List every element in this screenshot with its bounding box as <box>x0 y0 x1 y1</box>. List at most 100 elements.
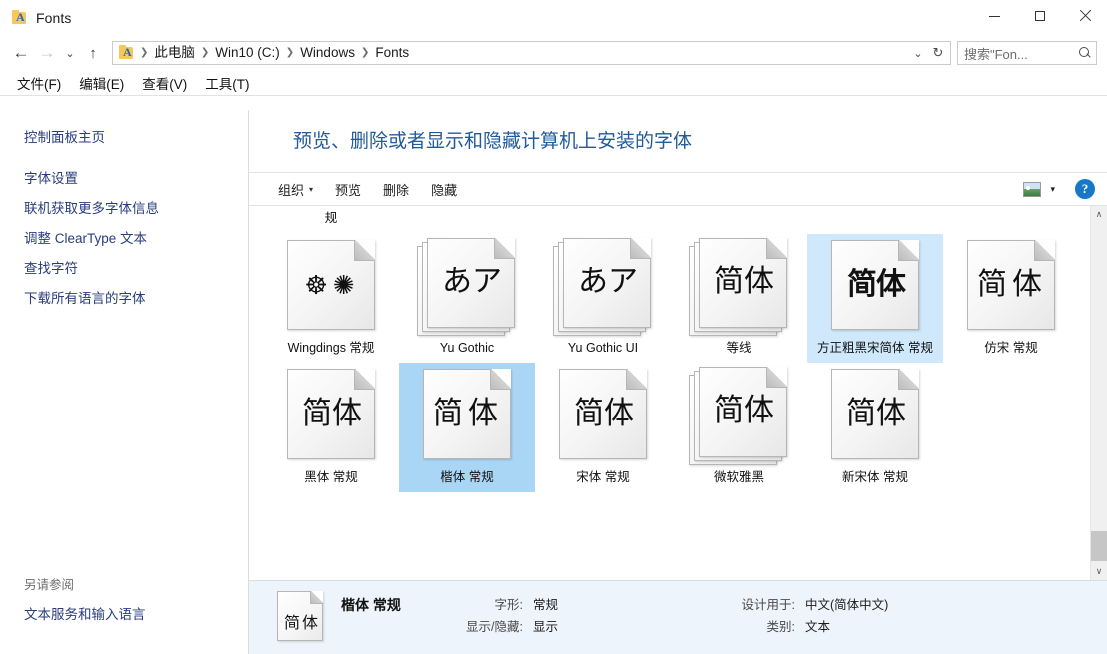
window-controls <box>972 0 1107 36</box>
font-tile-yu-gothic[interactable]: あア Yu Gothic <box>399 234 535 363</box>
breadcrumb-separator: ❯ <box>284 42 296 64</box>
font-label: Wingdings 常规 <box>268 340 394 357</box>
font-label: UniversalMath1 BT 常规 <box>268 206 394 228</box>
close-button[interactable] <box>1062 0 1107 32</box>
font-grid-row-clipped: UniversalMath1 BT 常规 Verdana Vineta BT 常… <box>263 206 1090 234</box>
font-preview-tile: 简体 <box>825 367 925 463</box>
breadcrumb-item-windows[interactable]: Windows <box>296 42 359 64</box>
sidebar-item-find-character[interactable]: 查找字符 <box>0 259 248 278</box>
breadcrumb-dropdown-icon[interactable]: ⌄ <box>908 42 928 64</box>
forward-icon: → <box>39 43 56 63</box>
font-preview-tile: 简体 <box>689 367 789 463</box>
content-area: 控制面板主页 字体设置 联机获取更多字体信息 调整 ClearType 文本 查… <box>0 110 1107 654</box>
details-field-typeface: 字形: 常规 <box>449 597 659 613</box>
list-item[interactable]: UniversalMath1 BT 常规 <box>263 206 399 234</box>
sidebar: 控制面板主页 字体设置 联机获取更多字体信息 调整 ClearType 文本 查… <box>0 110 248 654</box>
back-icon: ← <box>13 43 30 63</box>
menu-bar: 文件(F) 编辑(E) 查看(V) 工具(T) <box>0 70 1107 96</box>
font-tile-fangsong[interactable]: 简体 仿宋 常规 <box>943 234 1079 363</box>
font-grid-row: ☸✺ Wingdings 常规 あア Yu Gothic <box>263 234 1090 363</box>
scroll-up-button[interactable]: ∧ <box>1091 206 1107 223</box>
list-item[interactable]: Verdana <box>399 206 535 234</box>
sidebar-item-font-settings[interactable]: 字体设置 <box>0 169 248 188</box>
search-icon[interactable] <box>1079 47 1092 60</box>
menu-edit[interactable]: 编辑(E) <box>70 71 133 95</box>
hide-button[interactable]: 隐藏 <box>420 176 468 203</box>
font-label: 方正粗黑宋简体 常规 <box>812 340 938 357</box>
minimize-icon <box>989 16 1000 17</box>
font-grid[interactable]: UniversalMath1 BT 常规 Verdana Vineta BT 常… <box>249 206 1090 580</box>
breadcrumb[interactable]: A ❯ 此电脑 ❯ Win10 (C:) ❯ Windows ❯ Fonts ⌄… <box>112 41 951 65</box>
chevron-down-icon: ▾ <box>309 185 313 194</box>
sidebar-item-control-panel-home[interactable]: 控制面板主页 <box>0 128 248 147</box>
delete-button[interactable]: 删除 <box>372 176 420 203</box>
breadcrumb-item-win10c[interactable]: Win10 (C:) <box>211 42 284 64</box>
details-field-category: 类别: 文本 <box>721 619 888 635</box>
details-thumbnail-text: 简体 <box>284 609 320 633</box>
details-field-value: 常规 <box>533 597 558 613</box>
details-field-show-hide: 显示/隐藏: 显示 <box>449 619 659 635</box>
font-tile-fangzheng-cuheisong[interactable]: 简体 方正粗黑宋简体 常规 <box>807 234 943 363</box>
toolbar: 组织 ▾ 预览 删除 隐藏 ▾ ? <box>249 172 1107 206</box>
font-tile-heiti[interactable]: 简体 黑体 常规 <box>263 363 399 492</box>
font-tile-xinsongti[interactable]: 简体 新宋体 常规 <box>807 363 943 492</box>
title-bar: A Fonts <box>0 0 1107 36</box>
font-tile-wingdings[interactable]: ☸✺ Wingdings 常规 <box>263 234 399 363</box>
maximize-button[interactable] <box>1017 0 1062 32</box>
back-button[interactable]: ← <box>8 40 34 66</box>
details-font-thumbnail: 简体 <box>271 591 327 643</box>
font-preview-tile: 简体 <box>961 238 1061 334</box>
font-label: Yu Gothic UI <box>540 340 666 357</box>
menu-tools[interactable]: 工具(T) <box>196 71 258 95</box>
details-field-value: 文本 <box>805 619 830 635</box>
preview-button[interactable]: 预览 <box>324 176 372 203</box>
maximize-icon <box>1035 11 1045 21</box>
page-title: 预览、删除或者显示和隐藏计算机上安装的字体 <box>249 110 1107 156</box>
font-tile-songti[interactable]: 简体 宋体 常规 <box>535 363 671 492</box>
breadcrumb-item-this-pc[interactable]: 此电脑 <box>150 42 199 64</box>
arrow-up-icon: ↑ <box>89 45 97 62</box>
font-label: Vineta BT 常规 <box>540 206 666 209</box>
sidebar-item-adjust-cleartype-text[interactable]: 调整 ClearType 文本 <box>0 229 248 248</box>
list-item[interactable]: Vineta BT 常规 <box>535 206 671 234</box>
vertical-scrollbar[interactable]: ∧ ∨ <box>1090 206 1107 580</box>
list-item[interactable]: Webdings 常规 <box>671 206 807 234</box>
font-grid-row: 简体 黑体 常规 简体 楷体 常规 <box>263 363 1090 492</box>
refresh-icon[interactable]: ↻ <box>928 42 948 64</box>
sidebar-item-get-more-fonts-online[interactable]: 联机获取更多字体信息 <box>0 199 248 218</box>
font-label: Verdana <box>404 206 530 209</box>
menu-view[interactable]: 查看(V) <box>133 71 196 95</box>
font-tile-yu-gothic-ui[interactable]: あア Yu Gothic UI <box>535 234 671 363</box>
details-field-key: 显示/隐藏: <box>449 619 523 635</box>
search-placeholder: 搜索"Fon... <box>964 44 1077 63</box>
minimize-button[interactable] <box>972 0 1017 32</box>
window-title: Fonts <box>36 10 72 26</box>
breadcrumb-item-fonts[interactable]: Fonts <box>371 42 413 64</box>
details-field-key: 类别: <box>721 619 795 635</box>
font-label: Wingdings 2 常规 <box>812 206 938 209</box>
menu-file[interactable]: 文件(F) <box>8 71 70 95</box>
list-item[interactable]: Wingdings 3 常规 <box>943 206 1079 234</box>
scrollbar-thumb[interactable] <box>1091 531 1107 561</box>
font-tile-microsoft-yahei[interactable]: 简体 微软雅黑 <box>671 363 807 492</box>
sidebar-item-text-services-and-input-languages[interactable]: 文本服务和输入语言 <box>0 605 248 624</box>
sidebar-see-also-group: 另请参阅 文本服务和输入语言 <box>0 576 248 654</box>
organize-button[interactable]: 组织 ▾ <box>267 176 324 203</box>
forward-button[interactable]: → <box>34 40 60 66</box>
search-input[interactable]: 搜索"Fon... <box>957 41 1097 65</box>
font-label: 微软雅黑 <box>676 469 802 486</box>
recent-locations-button[interactable]: ⌄ <box>60 40 80 66</box>
list-item[interactable]: Wingdings 2 常规 <box>807 206 943 234</box>
up-button[interactable]: ↑ <box>80 40 106 66</box>
font-label: 楷体 常规 <box>404 469 530 486</box>
font-label: 等线 <box>676 340 802 357</box>
view-options-chevron-icon[interactable]: ▾ <box>1050 184 1055 195</box>
scroll-down-button[interactable]: ∨ <box>1091 563 1107 580</box>
font-tile-kaiti[interactable]: 简体 楷体 常规 <box>399 363 535 492</box>
view-thumbnail-icon[interactable] <box>1023 182 1041 197</box>
sidebar-item-download-all-language-fonts[interactable]: 下载所有语言的字体 <box>0 289 248 308</box>
help-button[interactable]: ? <box>1075 179 1095 199</box>
font-preview-tile: あア <box>553 238 653 334</box>
font-tile-dengxian[interactable]: 简体 等线 <box>671 234 807 363</box>
details-field-designed-for: 设计用于: 中文(简体中文) <box>721 597 888 613</box>
